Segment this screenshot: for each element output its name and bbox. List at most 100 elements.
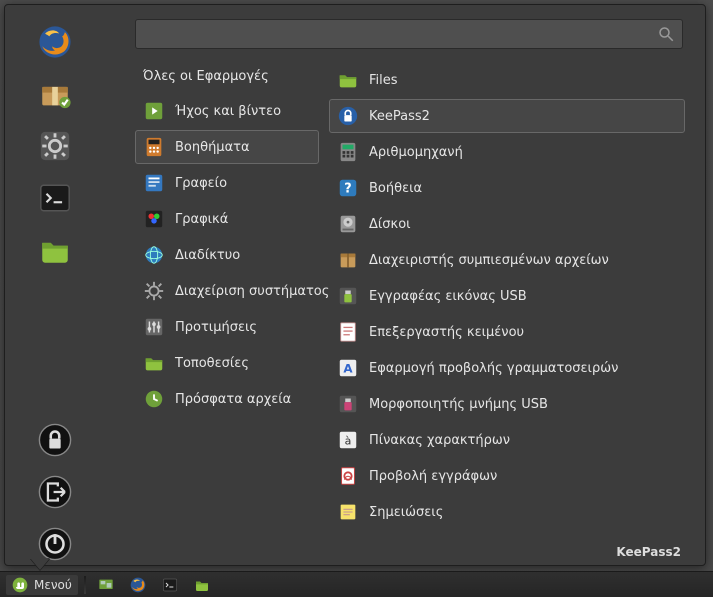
search-input[interactable] [135, 19, 683, 49]
app-charmap[interactable]: à Πίνακας χαρακτήρων [329, 423, 685, 457]
app-notes[interactable]: Σημειώσεις [329, 495, 685, 529]
category-label: Προτιμήσεις [175, 320, 257, 335]
folder-icon [143, 352, 165, 374]
doc-icon [337, 465, 359, 487]
taskbar-separator [84, 576, 86, 594]
app-label: Δίσκοι [369, 217, 411, 232]
usb-icon [337, 285, 359, 307]
help-icon: ? [337, 177, 359, 199]
graphics-icon [143, 208, 165, 230]
lists-row: Όλες οι Εφαρμογές Ήχος και βίντεο Βοηθήμα… [105, 59, 695, 557]
category-label: Διαχείριση συστήματος [175, 284, 329, 299]
menu-button[interactable]: Μενού [6, 575, 78, 595]
system-logout-button[interactable] [34, 471, 76, 513]
usb2-icon [337, 393, 359, 415]
gear-icon [143, 280, 165, 302]
categories-list: Όλες οι Εφαρμογές Ήχος και βίντεο Βοηθήμα… [105, 59, 323, 557]
svg-text:?: ? [344, 182, 351, 197]
categories-header[interactable]: Όλες οι Εφαρμογές [135, 63, 319, 94]
text-icon [337, 321, 359, 343]
category-office[interactable]: Γραφείο [135, 166, 319, 200]
category-label: Γραφικά [175, 212, 228, 227]
showdesk-icon [98, 577, 114, 593]
taskbar-launcher-terminal[interactable] [156, 575, 184, 595]
app-usbimg[interactable]: Εγγραφέας εικόνας USB [329, 279, 685, 313]
sliders-icon [143, 316, 165, 338]
app-label: Πίνακας χαρακτήρων [369, 433, 510, 448]
app-label: KeePass2 [369, 109, 430, 124]
favorites-column [5, 5, 105, 565]
taskbar-launcher-files[interactable] [188, 575, 216, 595]
calc2-icon [337, 141, 359, 163]
font-icon: A [337, 357, 359, 379]
system-lock-button[interactable] [34, 419, 76, 461]
calc-icon [143, 136, 165, 158]
app-label: Εγγραφέας εικόνας USB [369, 289, 527, 304]
category-label: Διαδίκτυο [175, 248, 240, 263]
app-label: Αριθμομηχανή [369, 145, 463, 160]
app-calc[interactable]: Αριθμομηχανή [329, 135, 685, 169]
category-system[interactable]: Διαχείριση συστήματος [135, 274, 319, 308]
taskbar-launcher-firefox[interactable] [124, 575, 152, 595]
archive-icon [337, 249, 359, 271]
category-internet[interactable]: Διαδίκτυο [135, 238, 319, 272]
favorite-settings[interactable] [34, 125, 76, 167]
app-label: Επεξεργαστής κειμένου [369, 325, 524, 340]
app-label: Σημειώσεις [369, 505, 443, 520]
svg-text:A: A [343, 362, 353, 376]
folder-icon [337, 69, 359, 91]
char-icon: à [337, 429, 359, 451]
favorite-firefox[interactable] [34, 21, 76, 63]
app-disks[interactable]: Δίσκοι [329, 207, 685, 241]
category-prefs[interactable]: Προτιμήσεις [135, 310, 319, 344]
media-icon [143, 100, 165, 122]
category-label: Πρόσφατα αρχεία [175, 392, 291, 407]
taskbar-launcher-show-desktop[interactable] [92, 575, 120, 595]
app-label: Διαχειριστής συμπιεσμένων αρχείων [369, 253, 609, 268]
category-places[interactable]: Τοποθεσίες [135, 346, 319, 380]
favorite-software[interactable] [34, 73, 76, 115]
firefox-icon [130, 577, 146, 593]
app-label: Βοήθεια [369, 181, 422, 196]
category-label: Ήχος και βίντεο [175, 104, 281, 119]
app-files[interactable]: Files [329, 63, 685, 97]
menu-tail [30, 558, 50, 570]
office-icon [143, 172, 165, 194]
application-menu: Όλες οι Εφαρμογές Ήχος και βίντεο Βοηθήμα… [4, 4, 706, 566]
category-label: Βοηθήματα [175, 140, 250, 155]
app-keepass[interactable]: KeePass2 [329, 99, 685, 133]
category-accessories[interactable]: Βοηθήματα [135, 130, 319, 164]
hover-tooltip: KeePass2 [616, 545, 681, 557]
app-fonts[interactable]: A Εφαρμογή προβολής γραμματοσειρών [329, 351, 685, 385]
taskbar: Μενού [0, 571, 713, 597]
folderfav-icon [194, 577, 210, 593]
search-icon [657, 25, 675, 43]
app-usbfmt[interactable]: Μορφοποιητής μνήμης USB [329, 387, 685, 421]
favorite-terminal[interactable] [34, 177, 76, 219]
disk-icon [337, 213, 359, 235]
app-label: Εφαρμογή προβολής γραμματοσειρών [369, 361, 618, 376]
app-docview[interactable]: Προβολή εγγράφων [329, 459, 685, 493]
menu-button-label: Μενού [34, 578, 72, 592]
app-label: Μορφοποιητής μνήμης USB [369, 397, 548, 412]
app-label: Files [369, 73, 398, 88]
globe-icon [143, 244, 165, 266]
category-label: Γραφείο [175, 176, 227, 191]
app-editor[interactable]: Επεξεργαστής κειμένου [329, 315, 685, 349]
terminal-icon [162, 577, 178, 593]
notes-icon [337, 501, 359, 523]
search-container [135, 19, 683, 49]
svg-text:à: à [345, 435, 352, 448]
category-recent[interactable]: Πρόσφατα αρχεία [135, 382, 319, 416]
category-graphics[interactable]: Γραφικά [135, 202, 319, 236]
lock-icon [337, 105, 359, 127]
favorite-files[interactable] [34, 229, 76, 271]
applications-list: Files KeePass2 Αριθμομηχανή? Βοήθεια Δίσκοι Δ… [323, 59, 695, 557]
app-help[interactable]: ? Βοήθεια [329, 171, 685, 205]
mint-logo-icon [12, 577, 28, 593]
app-label: Προβολή εγγράφων [369, 469, 497, 484]
category-sound[interactable]: Ήχος και βίντεο [135, 94, 319, 128]
menu-content: Όλες οι Εφαρμογές Ήχος και βίντεο Βοηθήμα… [105, 5, 705, 565]
app-archive[interactable]: Διαχειριστής συμπιεσμένων αρχείων [329, 243, 685, 277]
category-label: Τοποθεσίες [175, 356, 249, 371]
